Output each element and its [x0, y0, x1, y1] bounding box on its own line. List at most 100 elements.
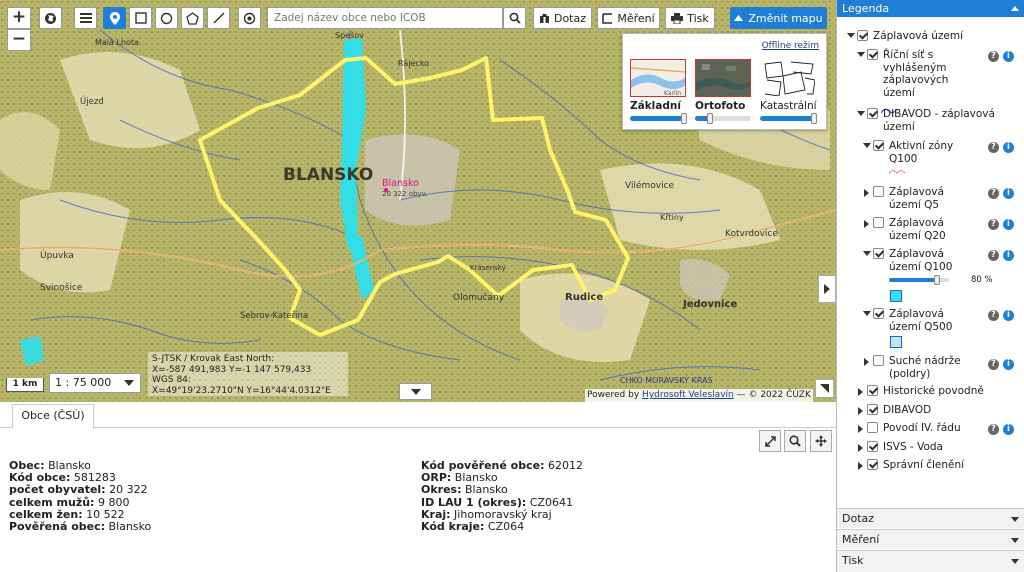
point-tool-button[interactable] [103, 7, 126, 29]
zoom-in-button[interactable]: + [7, 7, 31, 29]
attribution-link[interactable]: Hydrosoft Veleslavín [642, 390, 734, 400]
expand-toggle-icon[interactable] [863, 251, 871, 256]
tab-obce[interactable]: Obce (ČSÚ) [12, 404, 94, 429]
municipality-search-input[interactable] [267, 7, 503, 29]
line-tool-button[interactable] [207, 7, 230, 29]
coord-line: S-JTSK / Krovak East North: [152, 354, 275, 364]
print-button[interactable]: Tisk [665, 7, 715, 29]
printer-icon [671, 12, 684, 24]
circle-tool-button[interactable] [155, 7, 178, 29]
expand-toggle-icon[interactable] [858, 462, 863, 470]
basemap-zakladni[interactable]: Karlín Základní [630, 59, 690, 124]
layer-opacity-slider[interactable] [889, 275, 949, 285]
zoom-out-button[interactable]: − [7, 29, 31, 51]
menu-button[interactable] [74, 7, 97, 29]
help-icon[interactable]: ? [988, 310, 999, 321]
slider-knob[interactable] [811, 113, 817, 124]
change-map-button[interactable]: Změnit mapu [730, 7, 827, 29]
basemap-ortofoto-opacity-slider[interactable] [695, 113, 751, 124]
expand-toggle-icon[interactable] [857, 111, 865, 116]
info-icon[interactable]: i [1003, 51, 1014, 62]
info-icon[interactable]: i [1003, 142, 1014, 153]
layer-checkbox[interactable] [873, 308, 884, 319]
info-icon[interactable]: i [1003, 424, 1014, 435]
basemap-katastralni[interactable]: Katastrální [760, 59, 820, 124]
search-button[interactable] [503, 7, 526, 29]
expand-toggle-icon[interactable] [864, 189, 869, 197]
basemap-zakladni-thumbnail[interactable]: Karlín [630, 59, 686, 97]
expand-toggle-icon[interactable] [857, 52, 865, 57]
pan-to-feature-button[interactable] [810, 430, 832, 452]
basemap-katastralni-opacity-slider[interactable] [760, 113, 817, 124]
offline-mode-link[interactable]: Offline režim [762, 41, 819, 51]
layer-checkbox[interactable] [873, 248, 884, 259]
scale-select[interactable]: 1 : 75 000 [49, 373, 141, 393]
layer-checkbox[interactable] [867, 459, 878, 470]
basemap-katastralni-thumbnail[interactable] [760, 59, 816, 97]
layer-checkbox[interactable] [867, 108, 878, 119]
legend-item-zaplavova-q500[interactable]: Záplavová území Q500 ? i [863, 308, 1017, 350]
slider-knob[interactable] [934, 275, 940, 285]
info-icon[interactable]: i [1003, 188, 1014, 199]
zoom-to-feature-button[interactable] [784, 430, 806, 452]
expand-toggle-icon[interactable] [858, 425, 863, 433]
info-tabs: Obce (ČSÚ) [0, 402, 836, 429]
basemap-ortofoto-thumbnail[interactable] [695, 59, 751, 97]
expand-toggle-icon[interactable] [858, 407, 863, 415]
location-button[interactable] [238, 7, 261, 29]
basemap-ortofoto-label: Ortofoto [695, 100, 746, 112]
expand-toggle-icon[interactable] [863, 143, 871, 148]
layer-checkbox[interactable] [857, 30, 868, 41]
zoom-search-icon [789, 435, 801, 447]
help-icon[interactable]: ? [988, 424, 999, 435]
expand-toggle-icon[interactable] [847, 33, 855, 38]
help-icon[interactable]: ? [988, 188, 999, 199]
basemap-katastralni-label: Katastrální [760, 100, 817, 112]
resize-corner-button[interactable] [815, 379, 834, 398]
expand-toggle-icon[interactable] [864, 220, 869, 228]
layer-checkbox[interactable] [867, 404, 878, 415]
legend-header[interactable]: Legenda [837, 0, 1024, 17]
layer-checkbox[interactable] [873, 186, 884, 197]
section-mereni[interactable]: Měření [837, 529, 1024, 549]
measure-button[interactable]: Měření [597, 7, 660, 29]
layer-checkbox[interactable] [873, 140, 884, 151]
section-tisk[interactable]: Tisk [837, 550, 1024, 572]
layer-checkbox[interactable] [867, 441, 878, 452]
layer-checkbox[interactable] [873, 355, 884, 366]
toggle-bottom-panel-button[interactable] [399, 383, 432, 400]
layer-checkbox[interactable] [867, 422, 878, 433]
slider-knob[interactable] [707, 113, 713, 124]
query-button[interactable]: Dotaz [533, 7, 592, 29]
basemap-zakladni-opacity-slider[interactable] [630, 113, 687, 124]
section-dotaz[interactable]: Dotaz [837, 508, 1024, 528]
basemap-ortofoto[interactable]: Ortofoto [695, 59, 755, 124]
info-icon[interactable]: i [1003, 310, 1014, 321]
slider-knob[interactable] [681, 113, 687, 124]
info-icon[interactable]: i [1003, 219, 1014, 230]
legend-item-zaplavova-q100[interactable]: Záplavová území Q100 ? i 80 % [863, 248, 1017, 304]
info-icon[interactable]: i [1003, 250, 1014, 261]
expand-toggle-icon[interactable] [864, 358, 869, 366]
basemap-zakladni-label: Základní [630, 100, 681, 112]
rectangle-tool-button[interactable] [129, 7, 152, 29]
toggle-legend-button[interactable] [818, 275, 836, 303]
globe-button[interactable] [39, 7, 62, 29]
expand-toggle-icon[interactable] [858, 388, 863, 396]
expand-toggle-icon[interactable] [858, 444, 863, 452]
layer-checkbox[interactable] [873, 217, 884, 228]
help-icon[interactable]: ? [988, 219, 999, 230]
map-view[interactable]: BLANSKO Blansko 20 322 obyv. Spešov Ráje… [0, 0, 836, 402]
layer-checkbox[interactable] [867, 49, 878, 60]
expand-toggle-icon[interactable] [863, 311, 871, 316]
map-place-label: Vilémovice [625, 180, 675, 191]
help-icon[interactable]: ? [988, 359, 999, 370]
help-icon[interactable]: ? [988, 250, 999, 261]
help-icon[interactable]: ? [988, 142, 999, 153]
polygon-tool-button[interactable] [181, 7, 204, 29]
info-icon[interactable]: i [1003, 359, 1014, 370]
layer-checkbox[interactable] [867, 385, 878, 396]
help-icon[interactable]: ? [988, 51, 999, 62]
expand-button[interactable] [759, 430, 781, 452]
legend-item-ricni-sit[interactable]: Říční síť s vyhlášeným záplavových území… [857, 49, 1017, 114]
